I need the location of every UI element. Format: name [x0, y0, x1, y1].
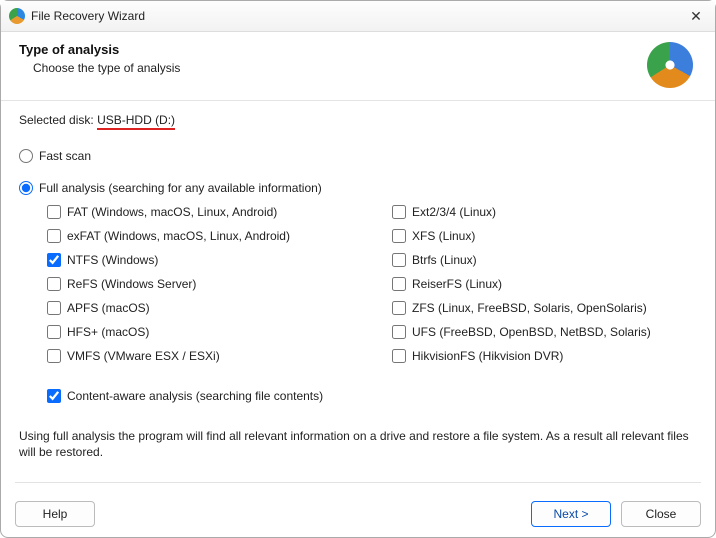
checkbox-fs-fat[interactable]: FAT (Windows, macOS, Linux, Android) [47, 205, 352, 219]
radio-fast-scan-input[interactable] [19, 149, 33, 163]
filesystem-grid: FAT (Windows, macOS, Linux, Android) Ext2… [47, 205, 697, 363]
window-title: File Recovery Wizard [31, 9, 145, 23]
radio-fast-scan[interactable]: Fast scan [19, 149, 697, 163]
radio-fast-scan-label: Fast scan [39, 149, 91, 163]
checkbox-fs-refs-input[interactable] [47, 277, 61, 291]
checkbox-fs-fat-label: FAT (Windows, macOS, Linux, Android) [67, 205, 277, 219]
checkbox-fs-btrfs[interactable]: Btrfs (Linux) [392, 253, 697, 267]
checkbox-fs-btrfs-input[interactable] [392, 253, 406, 267]
checkbox-fs-apfs-input[interactable] [47, 301, 61, 315]
selected-disk-line: Selected disk: USB-HDD (D:) [19, 113, 697, 127]
app-icon [9, 8, 25, 24]
checkbox-fs-hfs-input[interactable] [47, 325, 61, 339]
checkbox-fs-ufs-label: UFS (FreeBSD, OpenBSD, NetBSD, Solaris) [412, 325, 651, 339]
next-button[interactable]: Next > [531, 501, 611, 527]
checkbox-fs-zfs-label: ZFS (Linux, FreeBSD, Solaris, OpenSolari… [412, 301, 647, 315]
radio-full-analysis-input[interactable] [19, 181, 33, 195]
checkbox-fs-hik[interactable]: HikvisionFS (Hikvision DVR) [392, 349, 697, 363]
checkbox-fs-ntfs-input[interactable] [47, 253, 61, 267]
checkbox-fs-ext[interactable]: Ext2/3/4 (Linux) [392, 205, 697, 219]
checkbox-fs-hfs-label: HFS+ (macOS) [67, 325, 149, 339]
checkbox-fs-xfs-label: XFS (Linux) [412, 229, 475, 243]
checkbox-fs-vmfs-input[interactable] [47, 349, 61, 363]
checkbox-fs-btrfs-label: Btrfs (Linux) [412, 253, 477, 267]
checkbox-fs-vmfs[interactable]: VMFS (VMware ESX / ESXi) [47, 349, 352, 363]
checkbox-fs-refs-label: ReFS (Windows Server) [67, 277, 196, 291]
checkbox-fs-ext-label: Ext2/3/4 (Linux) [412, 205, 496, 219]
radio-full-analysis-label: Full analysis (searching for any availab… [39, 181, 322, 195]
checkbox-fs-hik-label: HikvisionFS (Hikvision DVR) [412, 349, 563, 363]
checkbox-fs-hfs[interactable]: HFS+ (macOS) [47, 325, 352, 339]
checkbox-fs-xfs[interactable]: XFS (Linux) [392, 229, 697, 243]
description-text: Using full analysis the program will fin… [1, 411, 715, 464]
checkbox-content-aware[interactable]: Content-aware analysis (searching file c… [47, 389, 697, 403]
checkbox-content-aware-input[interactable] [47, 389, 61, 403]
titlebar: File Recovery Wizard ✕ [1, 1, 715, 32]
checkbox-fs-fat-input[interactable] [47, 205, 61, 219]
footer: Help Next > Close [1, 501, 715, 527]
checkbox-fs-exfat[interactable]: exFAT (Windows, macOS, Linux, Android) [47, 229, 352, 243]
wizard-header: Type of analysis Choose the type of anal… [1, 32, 715, 101]
checkbox-fs-xfs-input[interactable] [392, 229, 406, 243]
footer-divider [15, 482, 701, 483]
wizard-icon [647, 42, 693, 88]
checkbox-fs-hik-input[interactable] [392, 349, 406, 363]
checkbox-fs-apfs-label: APFS (macOS) [67, 301, 150, 315]
header-subtitle: Choose the type of analysis [33, 61, 180, 75]
checkbox-fs-apfs[interactable]: APFS (macOS) [47, 301, 352, 315]
selected-disk-label: Selected disk: [19, 113, 94, 127]
checkbox-fs-reiser[interactable]: ReiserFS (Linux) [392, 277, 697, 291]
close-icon[interactable]: ✕ [687, 7, 705, 25]
radio-full-analysis[interactable]: Full analysis (searching for any availab… [19, 181, 697, 195]
checkbox-content-aware-label: Content-aware analysis (searching file c… [67, 389, 323, 403]
checkbox-fs-exfat-input[interactable] [47, 229, 61, 243]
checkbox-fs-ntfs[interactable]: NTFS (Windows) [47, 253, 352, 267]
checkbox-fs-zfs[interactable]: ZFS (Linux, FreeBSD, Solaris, OpenSolari… [392, 301, 697, 315]
checkbox-fs-reiser-input[interactable] [392, 277, 406, 291]
help-button[interactable]: Help [15, 501, 95, 527]
checkbox-fs-reiser-label: ReiserFS (Linux) [412, 277, 502, 291]
checkbox-fs-ufs[interactable]: UFS (FreeBSD, OpenBSD, NetBSD, Solaris) [392, 325, 697, 339]
checkbox-fs-vmfs-label: VMFS (VMware ESX / ESXi) [67, 349, 220, 363]
checkbox-fs-ufs-input[interactable] [392, 325, 406, 339]
checkbox-fs-ntfs-label: NTFS (Windows) [67, 253, 158, 267]
checkbox-fs-zfs-input[interactable] [392, 301, 406, 315]
selected-disk-value: USB-HDD (D:) [97, 113, 175, 130]
header-title: Type of analysis [19, 42, 180, 57]
checkbox-fs-refs[interactable]: ReFS (Windows Server) [47, 277, 352, 291]
checkbox-fs-exfat-label: exFAT (Windows, macOS, Linux, Android) [67, 229, 290, 243]
close-button[interactable]: Close [621, 501, 701, 527]
checkbox-fs-ext-input[interactable] [392, 205, 406, 219]
